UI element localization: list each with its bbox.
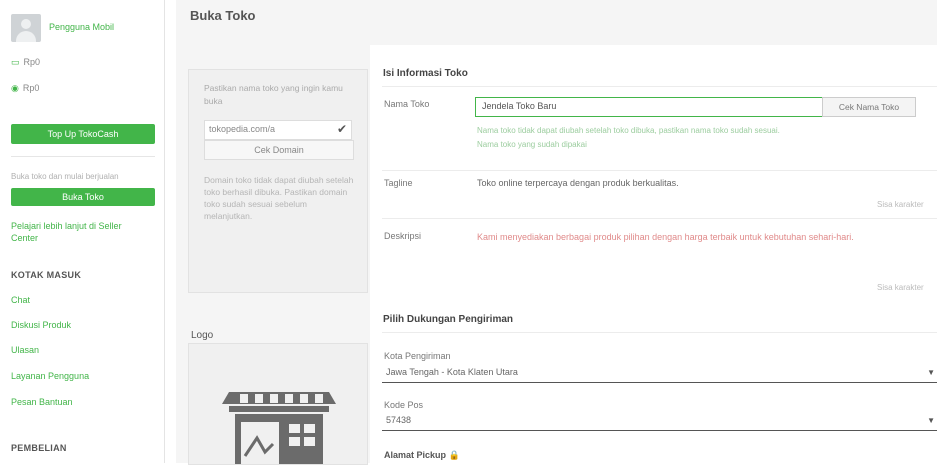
city-label: Kota Pengiriman	[384, 351, 451, 361]
inbox-heading: KOTAK MASUK	[11, 270, 82, 280]
sidebar-item-help-messages[interactable]: Pesan Bantuan	[11, 397, 73, 407]
tagline-label: Tagline	[384, 178, 413, 188]
divider	[382, 332, 937, 333]
logo-title: Logo	[191, 330, 214, 341]
pickup-label: Alamat Pickup 🔒	[384, 450, 460, 460]
divider	[382, 218, 937, 219]
tips-text: Pastikan nama toko yang ingin kamu buka	[204, 83, 343, 106]
check-name-button[interactable]: Cek Nama Toko	[822, 97, 916, 117]
description-counter: Sisa karakter	[877, 283, 924, 292]
seller-center-link[interactable]: Pelajari lebih lanjut di Seller Center	[11, 220, 151, 244]
divider	[11, 156, 155, 157]
page-title: Buka Toko	[190, 8, 256, 23]
coin-icon: ◉	[11, 83, 19, 93]
description-label: Deskripsi	[384, 231, 422, 241]
shop-name-help: Nama toko tidak dapat diubah setelah tok…	[477, 126, 780, 135]
purchase-heading: PEMBELIAN	[11, 443, 67, 453]
shop-name-label: Nama Toko	[384, 99, 430, 109]
open-shop-button[interactable]: Buka Toko	[11, 188, 155, 206]
shop-name-input[interactable]: Jendela Toko Baru	[475, 97, 823, 117]
description-input[interactable]: Kami menyediakan berbagai produk pilihan…	[477, 232, 854, 242]
tagline-counter: Sisa karakter	[877, 200, 924, 209]
tips-note: Domain toko tidak dapat diubah setelah t…	[204, 175, 354, 221]
shop-name-help-link[interactable]: Nama toko yang sudah dipakai	[477, 140, 587, 149]
wallet-icon: ▭	[11, 57, 20, 67]
points-balance[interactable]: ◉ Rp0	[11, 83, 39, 94]
logo-upload-area[interactable]	[188, 343, 368, 465]
domain-tips-panel: Pastikan nama toko yang ingin kamu buka …	[188, 69, 368, 293]
avatar[interactable]	[11, 14, 41, 42]
shipping-title: Pilih Dukungan Pengiriman	[383, 314, 514, 325]
postal-label: Kode Pos	[384, 400, 424, 410]
check-domain-button[interactable]: Cek Domain	[204, 140, 354, 160]
sidebar-item-chat[interactable]: Chat	[11, 295, 30, 305]
tokocash-balance[interactable]: ▭ Rp0	[11, 57, 40, 68]
chevron-down-icon: ▼	[927, 368, 935, 377]
check-icon: ✔	[336, 122, 347, 136]
domain-input[interactable]: tokopedia.com/a ✔	[204, 120, 352, 140]
shop-info-title: Isi Informasi Toko	[383, 68, 468, 79]
sidebar-item-discussion[interactable]: Diskusi Produk	[11, 320, 71, 330]
user-name-link[interactable]: Pengguna Mobil	[49, 22, 114, 32]
sidebar-item-reviews[interactable]: Ulasan	[11, 345, 39, 355]
chevron-down-icon: ▼	[927, 416, 935, 425]
open-shop-text: Buka toko dan mulai berjualan	[11, 172, 119, 181]
postal-select[interactable]: 57438 ▼	[382, 414, 937, 431]
tagline-input[interactable]: Toko online terpercaya dengan produk ber…	[477, 178, 679, 188]
sidebar: Pengguna Mobil ▭ Rp0 ◉ Rp0 Top Up TokoCash…	[0, 0, 165, 463]
lock-icon: 🔒	[448, 450, 460, 460]
sidebar-item-customer-service[interactable]: Layanan Pengguna	[11, 371, 89, 381]
divider	[382, 86, 937, 87]
topup-button[interactable]: Top Up TokoCash	[11, 124, 155, 144]
city-select[interactable]: Jawa Tengah - Kota Klaten Utara ▼	[382, 366, 937, 383]
divider	[382, 170, 937, 171]
shop-icon	[222, 392, 336, 464]
